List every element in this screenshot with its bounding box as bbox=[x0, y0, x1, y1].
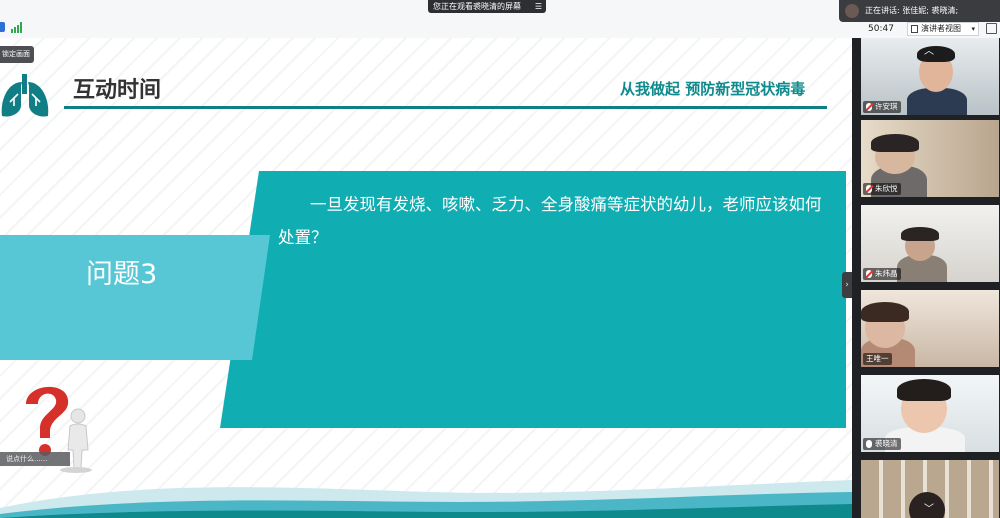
view-mode-label: 演讲者视图 bbox=[921, 24, 961, 33]
fullscreen-icon[interactable] bbox=[986, 23, 997, 34]
video-tile[interactable]: 朱欣悦 bbox=[861, 120, 999, 197]
mic-muted-icon bbox=[866, 185, 872, 193]
participant-name: 裘晓清 bbox=[875, 439, 898, 448]
share-banner-text: 您正在观看裘晓清的屏幕 bbox=[433, 2, 521, 11]
signal-bars-icon[interactable] bbox=[11, 22, 23, 33]
avatar bbox=[845, 4, 859, 18]
participant-name-tag: 许安琪 bbox=[863, 101, 901, 113]
mic-icon bbox=[866, 440, 872, 448]
participant-name-tag: 裘晓清 bbox=[863, 438, 901, 450]
decorative-waves bbox=[0, 480, 852, 518]
participant-name: 朱欣悦 bbox=[875, 184, 898, 193]
participant-name-tag: 朱炜晶 bbox=[863, 268, 901, 280]
shared-slide: 锁定画面 互动时间 从我做起 预防新型冠状病毒 一旦发现有发烧、咳嗽、乏力、全身… bbox=[0, 38, 852, 518]
participant-name: 许安琪 bbox=[875, 102, 898, 111]
view-mode-select[interactable]: 演讲者视图 ▾ bbox=[907, 22, 979, 36]
participant-name: 王唯一 bbox=[866, 354, 889, 363]
participant-name-tag: 朱欣悦 bbox=[863, 183, 901, 195]
screen-share-banner[interactable]: 您正在观看裘晓清的屏幕 ☰ bbox=[428, 0, 546, 13]
question-text: 一旦发现有发烧、咳嗽、乏力、全身酸痛等症状的幼儿，老师应该如何处置？ bbox=[278, 195, 822, 247]
chevron-down-icon: ▾ bbox=[971, 25, 975, 33]
app-icon[interactable] bbox=[0, 22, 5, 32]
slide-subtitle: 从我做起 预防新型冠状病毒 bbox=[620, 80, 806, 98]
mic-muted-icon bbox=[866, 270, 872, 278]
participants-panel: 许安琪 朱欣悦 朱炜晶 王唯一 裘晓清 bbox=[852, 38, 1000, 518]
top-toolbar: 您正在观看裘晓清的屏幕 ☰ 正在讲话: 张佳妮; 裘晓清; 50:47 演讲者视… bbox=[0, 0, 1000, 38]
mic-muted-icon bbox=[866, 103, 872, 111]
chevron-down-icon[interactable]: ﹀ bbox=[924, 500, 934, 515]
active-speaker-indicator: 正在讲话: 张佳妮; 裘晓清; bbox=[839, 0, 1000, 22]
participant-name: 朱炜晶 bbox=[875, 269, 898, 278]
video-tile[interactable]: 裘晓清 bbox=[861, 375, 999, 452]
lungs-icon bbox=[1, 74, 49, 117]
comment-input[interactable]: 说点什么...... bbox=[0, 452, 70, 466]
collapse-panel-button[interactable]: › bbox=[842, 272, 852, 298]
speaker-text: 正在讲话: 张佳妮; 裘晓清; bbox=[865, 6, 959, 15]
participant-name-tag: 王唯一 bbox=[863, 353, 892, 365]
video-tile[interactable]: 王唯一 bbox=[861, 290, 999, 367]
chevron-up-icon[interactable]: ︿ bbox=[924, 42, 934, 57]
video-tile[interactable]: 朱炜晶 bbox=[861, 205, 999, 282]
screen: { "toolbar": { "share_banner": "您正在观看裘晓清… bbox=[0, 0, 1000, 518]
slide-title: 互动时间 bbox=[73, 78, 162, 103]
lock-view-button[interactable]: 锁定画面 bbox=[0, 46, 34, 63]
layout-icon bbox=[911, 25, 918, 33]
title-divider bbox=[64, 106, 827, 109]
menu-icon[interactable]: ☰ bbox=[535, 0, 542, 13]
meeting-timer: 50:47 bbox=[868, 24, 894, 34]
question-label: 问题3 bbox=[86, 259, 158, 290]
